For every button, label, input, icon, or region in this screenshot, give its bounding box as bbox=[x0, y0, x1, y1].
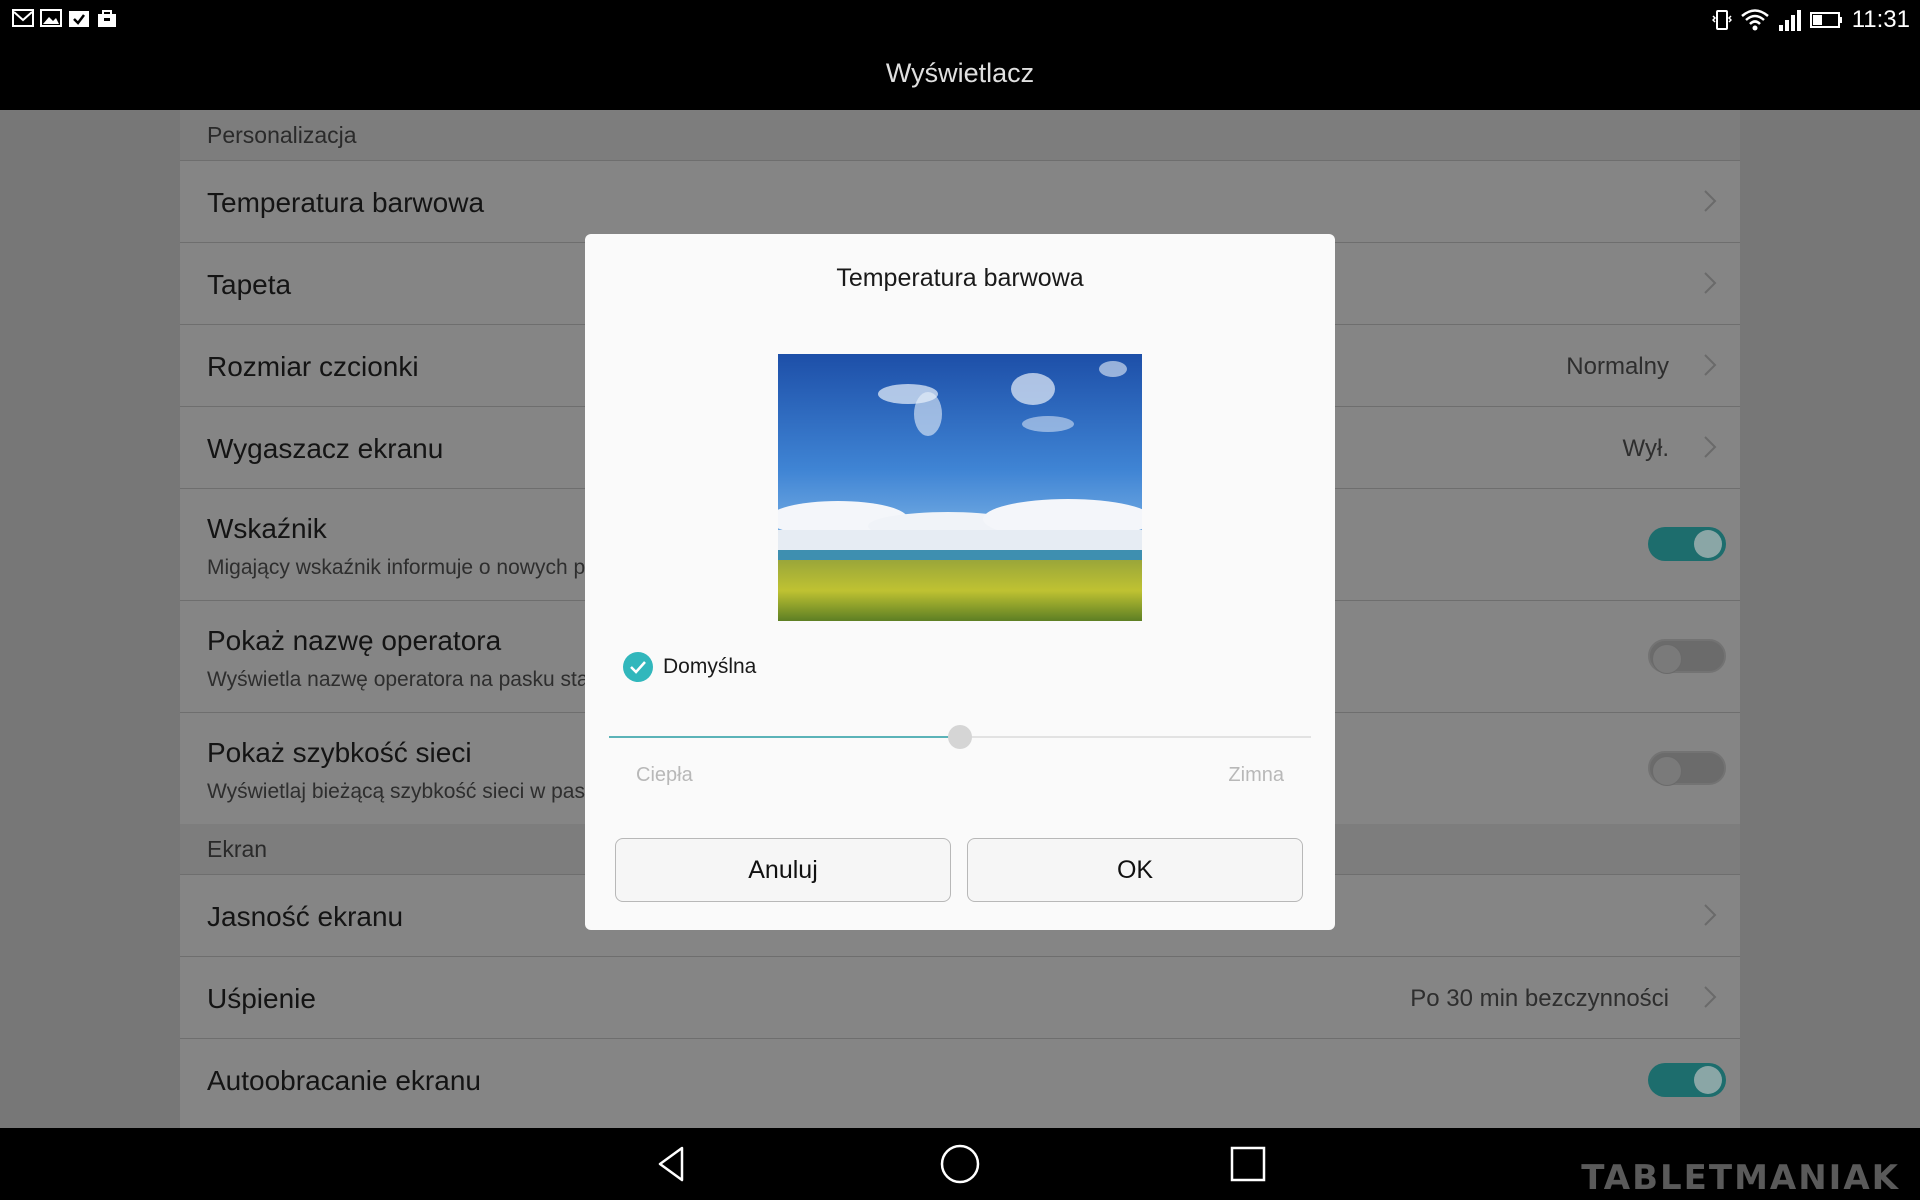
toggle-knob bbox=[1652, 644, 1682, 674]
color-temperature-dialog: Temperatura barwowa Domyślna Ciepła Zimn… bbox=[585, 234, 1335, 930]
page-title: Wyświetlacz bbox=[885, 58, 1035, 88]
signal-icon bbox=[1778, 10, 1801, 31]
temperature-slider[interactable] bbox=[609, 725, 1311, 749]
chevron-right-icon bbox=[1704, 354, 1717, 376]
section-header-personalization: Personalizacja bbox=[180, 110, 1740, 160]
preview-image bbox=[778, 354, 1142, 621]
setting-title: Autoobracanie ekranu bbox=[207, 1065, 481, 1096]
setting-color-temperature[interactable]: Temperatura barwowa bbox=[180, 160, 1740, 242]
ok-button[interactable]: OK bbox=[967, 838, 1303, 902]
calendar-check-icon bbox=[69, 11, 89, 27]
navigation-bar: TABLETMANIAK bbox=[0, 1128, 1920, 1200]
home-icon[interactable] bbox=[940, 1144, 980, 1184]
setting-title: Pokaż nazwę operatora bbox=[207, 625, 502, 656]
setting-title: Wskaźnik bbox=[207, 513, 327, 544]
setting-subtitle: Migający wskaźnik informuje o nowych p bbox=[207, 556, 586, 579]
auto-rotate-toggle[interactable] bbox=[1648, 1063, 1726, 1097]
setting-title: Jasność ekranu bbox=[207, 901, 404, 932]
back-icon[interactable] bbox=[652, 1144, 692, 1184]
gmail-icon bbox=[12, 9, 34, 27]
setting-auto-rotate[interactable]: Autoobracanie ekranu bbox=[180, 1038, 1740, 1120]
vibrate-icon bbox=[1711, 10, 1732, 30]
bag-icon bbox=[98, 10, 116, 27]
toggle-knob bbox=[1694, 1066, 1722, 1094]
setting-title: Rozmiar czcionki bbox=[207, 351, 419, 382]
setting-title: Wygaszacz ekranu bbox=[207, 433, 444, 464]
setting-subtitle: Wyświetlaj bieżącą szybkość sieci w pas bbox=[207, 780, 585, 803]
setting-subtitle: Wyświetla nazwę operatora na pasku sta bbox=[207, 668, 589, 691]
chevron-right-icon bbox=[1704, 904, 1717, 926]
notification-icons bbox=[12, 8, 118, 28]
operator-toggle[interactable] bbox=[1648, 639, 1726, 674]
default-checkbox-row[interactable]: Domyślna bbox=[623, 652, 756, 682]
toggle-knob bbox=[1652, 756, 1682, 786]
cancel-button[interactable]: Anuluj bbox=[615, 838, 951, 902]
setting-title: Pokaż szybkość sieci bbox=[207, 737, 472, 768]
chevron-right-icon bbox=[1704, 272, 1717, 294]
wifi-icon bbox=[1740, 9, 1769, 31]
gallery-icon bbox=[40, 9, 62, 27]
toggle-knob bbox=[1694, 530, 1722, 558]
dialog-title: Temperatura barwowa bbox=[836, 264, 1084, 292]
indicator-toggle[interactable] bbox=[1648, 527, 1726, 561]
battery-icon bbox=[1809, 12, 1842, 28]
chevron-right-icon bbox=[1704, 190, 1717, 212]
status-bar: 11:31 bbox=[0, 0, 1920, 40]
system-icons: 11:31 bbox=[1711, 6, 1910, 34]
default-checkbox-label: Domyślna bbox=[663, 655, 757, 678]
chevron-right-icon bbox=[1704, 436, 1717, 458]
watermark: TABLETMANIAK bbox=[1581, 1158, 1900, 1198]
setting-title: Temperatura barwowa bbox=[207, 187, 485, 218]
setting-value: Wył. bbox=[1622, 435, 1669, 462]
title-bar: Wyświetlacz bbox=[0, 40, 1920, 110]
slider-thumb[interactable] bbox=[948, 725, 972, 749]
cold-label: Zimna bbox=[1228, 764, 1284, 786]
clock: 11:31 bbox=[1851, 6, 1910, 33]
setting-title: Tapeta bbox=[207, 269, 292, 300]
default-checkbox[interactable] bbox=[623, 652, 653, 682]
warm-label: Ciepła bbox=[636, 764, 693, 786]
network-speed-toggle[interactable] bbox=[1648, 751, 1726, 786]
setting-title: Uśpienie bbox=[207, 983, 316, 1014]
slider-fill bbox=[609, 736, 960, 738]
recents-icon[interactable] bbox=[1228, 1144, 1268, 1184]
check-icon bbox=[630, 661, 646, 674]
setting-value: Po 30 min bezczynności bbox=[1410, 985, 1669, 1012]
setting-sleep[interactable]: Uśpienie Po 30 min bezczynności bbox=[180, 956, 1740, 1038]
setting-value: Normalny bbox=[1566, 353, 1669, 380]
chevron-right-icon bbox=[1704, 986, 1717, 1008]
